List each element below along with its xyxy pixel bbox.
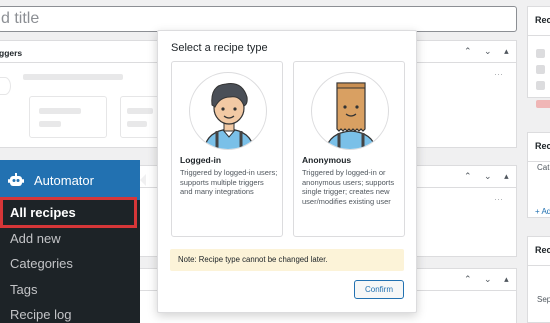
- menu-header-automator[interactable]: Automator: [0, 160, 140, 200]
- add-category-link[interactable]: + Ad: [535, 207, 550, 216]
- divider: [528, 265, 550, 266]
- checkbox-icon[interactable]: [536, 65, 545, 74]
- side-panel-categories: Reci Cat + Ad: [527, 132, 550, 218]
- side-panel-title: Reci: [535, 141, 550, 151]
- box-controls[interactable]: ⌃ ⌄ ▴: [464, 274, 514, 285]
- placeholder-line: [127, 108, 153, 114]
- status-pill: [536, 100, 550, 108]
- box-controls[interactable]: ⌃ ⌄ ▴: [464, 171, 514, 182]
- box-controls[interactable]: ⌃ ⌄ ▴: [464, 46, 514, 57]
- side-panel-title: Reci: [535, 245, 550, 255]
- divider: [528, 35, 550, 36]
- separator-hint: Sep: [537, 295, 550, 304]
- robot-icon: [8, 173, 24, 186]
- recipe-type-modal: Select a recipe type Logged-in Triggered…: [157, 30, 417, 313]
- type-name: Logged-in: [180, 155, 222, 165]
- side-panel-tags: Reci Sep: [527, 236, 550, 323]
- placeholder-card: [120, 96, 160, 138]
- highlight-box: [0, 197, 137, 228]
- category-label: Cat: [537, 163, 550, 172]
- anonymous-avatar: [311, 72, 389, 150]
- placeholder-card: [0, 77, 11, 95]
- more-icon[interactable]: ···: [494, 194, 503, 204]
- triggers-box-title: ggers: [0, 48, 23, 58]
- menu-item-categories[interactable]: Categories: [10, 256, 73, 271]
- anonymous-user-icon: [325, 82, 377, 149]
- recipe-type-anonymous[interactable]: Anonymous Triggered by logged-in or anon…: [293, 61, 405, 237]
- recipe-type-logged-in[interactable]: Logged-in Triggered by logged-in users; …: [171, 61, 283, 237]
- type-description: Triggered by logged-in or anonymous user…: [302, 168, 395, 206]
- current-menu-arrow: [140, 174, 146, 186]
- type-description: Triggered by logged-in users; supports m…: [180, 168, 278, 197]
- side-panel-recipe: Recie: [527, 6, 550, 98]
- recipe-type-note: Note: Recipe type cannot be changed late…: [170, 249, 404, 271]
- placeholder-line: [127, 121, 147, 127]
- confirm-button[interactable]: Confirm: [354, 280, 404, 299]
- logged-in-avatar: [189, 72, 267, 150]
- user-icon: [203, 83, 255, 149]
- placeholder-line: [39, 108, 81, 114]
- menu-item-add-new[interactable]: Add new: [10, 231, 61, 246]
- menu-item-tags[interactable]: Tags: [10, 282, 37, 297]
- more-icon[interactable]: ···: [494, 69, 503, 79]
- modal-title: Select a recipe type: [171, 42, 268, 54]
- recipe-title-input[interactable]: d title: [0, 6, 517, 32]
- placeholder-line: [39, 121, 61, 127]
- checkbox-icon[interactable]: [536, 49, 545, 58]
- placeholder-line: [23, 74, 123, 80]
- menu-item-recipe-log[interactable]: Recipe log: [10, 307, 71, 322]
- type-name: Anonymous: [302, 155, 352, 165]
- menu-title: Automator: [34, 172, 94, 188]
- checkbox-icon[interactable]: [536, 81, 545, 90]
- placeholder-card: [29, 96, 107, 138]
- divider: [528, 161, 550, 162]
- side-panel-title: Recie: [535, 15, 550, 25]
